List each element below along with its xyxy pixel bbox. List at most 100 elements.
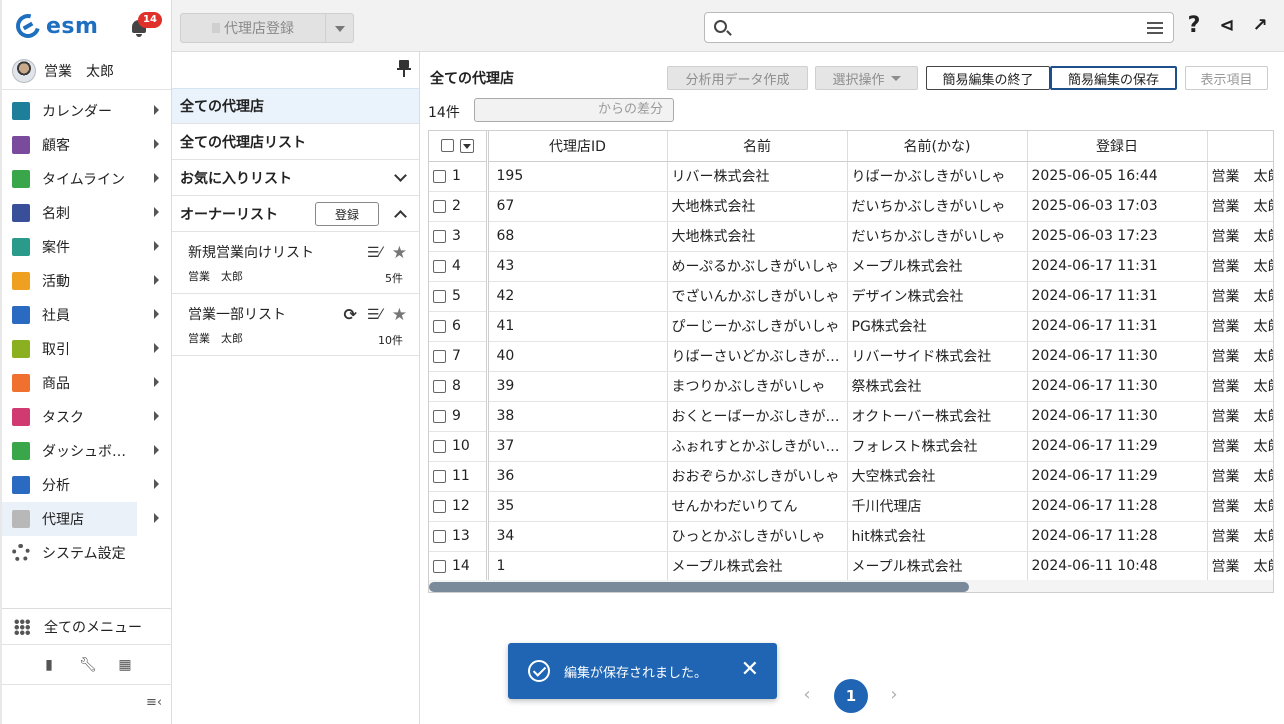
- cell-name[interactable]: おおぞらかぶしきがいしゃ: [667, 461, 848, 492]
- chevron-right-icon[interactable]: [154, 479, 159, 489]
- row-checkbox[interactable]: [433, 529, 446, 543]
- row-checkbox[interactable]: [433, 229, 446, 243]
- cell-agency-id[interactable]: 67: [487, 191, 668, 222]
- external-link-icon[interactable]: ↗: [1248, 14, 1272, 38]
- cell-registered-date[interactable]: 2024-06-17 11:29: [1027, 431, 1208, 462]
- end-quick-edit-button[interactable]: 簡易編集の終了: [926, 66, 1050, 90]
- cell-name-kana[interactable]: だいちかぶしきがいしゃ: [847, 221, 1028, 252]
- table-row[interactable]: 141メープル株式会社メープル株式会社2024-06-11 10:48営業 太郎: [429, 551, 1273, 582]
- cell-agency-id[interactable]: 38: [487, 401, 668, 432]
- chevron-right-icon[interactable]: [154, 377, 159, 387]
- edit-list-icon[interactable]: ☰⁄: [367, 244, 382, 262]
- cell-agency-id[interactable]: 36: [487, 461, 668, 492]
- cell-agency-id[interactable]: 1: [487, 551, 668, 582]
- row-checkbox[interactable]: [433, 289, 446, 303]
- cell-name[interactable]: おくとーばーかぶしきが…: [667, 401, 848, 432]
- cell-name-kana[interactable]: デザイン株式会社: [847, 281, 1028, 312]
- cell-registered-date[interactable]: 2024-06-17 11:31: [1027, 311, 1208, 342]
- list-all-agencies[interactable]: 全ての代理店: [172, 88, 419, 124]
- table-row[interactable]: 7 40 りばーさいどかぶしきが… リバーサイド株式会社 2024-06-17 11:3…: [429, 341, 1273, 372]
- cell-agency-id[interactable]: 42: [487, 281, 668, 312]
- cell-name[interactable]: りばーさいどかぶしきが…: [667, 341, 848, 372]
- chevron-right-icon[interactable]: [154, 343, 159, 353]
- star-icon[interactable]: ★: [392, 244, 407, 262]
- cell-agency-id[interactable]: 37: [487, 431, 668, 462]
- register-agency-button[interactable]: 代理店登録: [180, 13, 326, 43]
- cell-name-kana[interactable]: hit株式会社: [847, 521, 1028, 552]
- list-all-agency-lists[interactable]: 全ての代理店リスト: [172, 124, 419, 160]
- chevron-right-icon[interactable]: [154, 105, 159, 115]
- cell-name[interactable]: メープル株式会社: [667, 551, 848, 582]
- cell-registered-date[interactable]: 2025-06-05 16:44: [1027, 161, 1208, 192]
- cell-agency-id[interactable]: 35: [487, 491, 668, 522]
- cell-registered-date[interactable]: 2024-06-17 11:30: [1027, 401, 1208, 432]
- cell-name[interactable]: ふぉれすとかぶしきがい…: [667, 431, 848, 462]
- chevron-right-icon[interactable]: [154, 513, 159, 523]
- diff-input[interactable]: からの差分: [474, 98, 674, 122]
- cell-name-kana[interactable]: PG株式会社: [847, 311, 1028, 342]
- cell-name-kana[interactable]: 祭株式会社: [847, 371, 1028, 402]
- cell-name[interactable]: せんかわだいりてん: [667, 491, 848, 522]
- cell-agency-id[interactable]: 34: [487, 521, 668, 552]
- nav-item[interactable]: ダッシュボ…: [2, 434, 171, 468]
- cell-owner[interactable]: 営業 太郎: [1207, 371, 1273, 402]
- cell-name-kana[interactable]: フォレスト株式会社: [847, 431, 1028, 462]
- cell-name-kana[interactable]: 千川代理店: [847, 491, 1028, 522]
- wrench-icon[interactable]: 🔧︎: [79, 657, 97, 673]
- cell-owner[interactable]: 営業 太郎: [1207, 461, 1273, 492]
- cell-owner[interactable]: 営業 太郎: [1207, 281, 1273, 312]
- nav-item[interactable]: タイムライン: [2, 162, 171, 196]
- cell-owner[interactable]: 営業 太郎: [1207, 341, 1273, 372]
- table-row[interactable]: 13 34 ひっとかぶしきがいしゃ hit株式会社 2024-06-17 11:28 営業…: [429, 521, 1273, 552]
- nav-item[interactable]: 代理店: [2, 502, 159, 536]
- cell-owner[interactable]: 営業 太郎: [1207, 521, 1273, 552]
- cell-name[interactable]: でざいんかぶしきがいしゃ: [667, 281, 848, 312]
- nav-item[interactable]: システム設定: [2, 536, 171, 570]
- pin-icon[interactable]: [397, 60, 411, 78]
- display-items-button[interactable]: 表示項目: [1185, 66, 1268, 90]
- column-header[interactable]: 名前: [667, 131, 848, 162]
- cell-owner[interactable]: 営業 太郎: [1207, 161, 1273, 192]
- nav-item[interactable]: 案件: [2, 230, 171, 264]
- select-all-checkbox[interactable]: [440, 139, 454, 153]
- star-icon[interactable]: ★: [392, 306, 407, 324]
- chevron-right-icon[interactable]: [154, 241, 159, 251]
- nav-item[interactable]: 取引: [2, 332, 171, 366]
- cell-registered-date[interactable]: 2024-06-17 11:31: [1027, 281, 1208, 312]
- nav-item[interactable]: 社員: [2, 298, 171, 332]
- row-checkbox[interactable]: [433, 199, 446, 213]
- table-row[interactable]: 3 68 大地株式会社 だいちかぶしきがいしゃ 2025-06-03 17:23 営業 太…: [429, 221, 1273, 252]
- cell-registered-date[interactable]: 2025-06-03 17:03: [1027, 191, 1208, 222]
- chevron-right-icon[interactable]: [154, 309, 159, 319]
- row-checkbox[interactable]: [433, 559, 446, 573]
- cell-owner[interactable]: 営業 太郎: [1207, 311, 1273, 342]
- scrollbar-thumb[interactable]: [429, 582, 969, 592]
- cell-name[interactable]: リバー株式会社: [667, 161, 848, 192]
- cell-name-kana[interactable]: 大空株式会社: [847, 461, 1028, 492]
- refresh-icon[interactable]: ⟳: [343, 306, 356, 324]
- all-menu-button[interactable]: 全てのメニュー: [2, 609, 172, 645]
- close-icon[interactable]: ✕: [741, 658, 759, 682]
- nav-item[interactable]: 活動: [2, 264, 171, 298]
- nav-item[interactable]: 顧客: [2, 128, 171, 162]
- chevron-right-icon[interactable]: [154, 445, 159, 455]
- cell-agency-id[interactable]: 40: [487, 341, 668, 372]
- table-row[interactable]: 6 41 ぴーじーかぶしきがいしゃ PG株式会社 2024-06-17 11:31 営業 …: [429, 311, 1273, 342]
- register-dropdown-button[interactable]: [326, 13, 354, 43]
- table-row[interactable]: 12 35せんかわだいりてん千川代理店2024-06-17 11:28営業 太郎: [429, 491, 1273, 522]
- chevron-right-icon[interactable]: [154, 411, 159, 421]
- nav-item[interactable]: 分析: [2, 468, 171, 502]
- column-header[interactable]: 登録日: [1027, 131, 1208, 162]
- cell-agency-id[interactable]: 195: [487, 161, 668, 192]
- cell-owner[interactable]: 営業 太郎: [1207, 191, 1273, 222]
- row-checkbox[interactable]: [433, 469, 446, 483]
- chevron-down-icon[interactable]: [394, 169, 407, 182]
- column-header[interactable]: [1207, 131, 1273, 162]
- chevron-right-icon[interactable]: [154, 173, 159, 183]
- cell-agency-id[interactable]: 39: [487, 371, 668, 402]
- edit-list-icon[interactable]: ☰⁄: [367, 306, 382, 324]
- chevron-up-icon[interactable]: [394, 210, 407, 223]
- table-row[interactable]: 10 37 ふぉれすとかぶしきがい… フォレスト株式会社 2024-06-17 11:2…: [429, 431, 1273, 462]
- cell-registered-date[interactable]: 2024-06-17 11:29: [1027, 461, 1208, 492]
- column-header[interactable]: 名前(かな): [847, 131, 1028, 162]
